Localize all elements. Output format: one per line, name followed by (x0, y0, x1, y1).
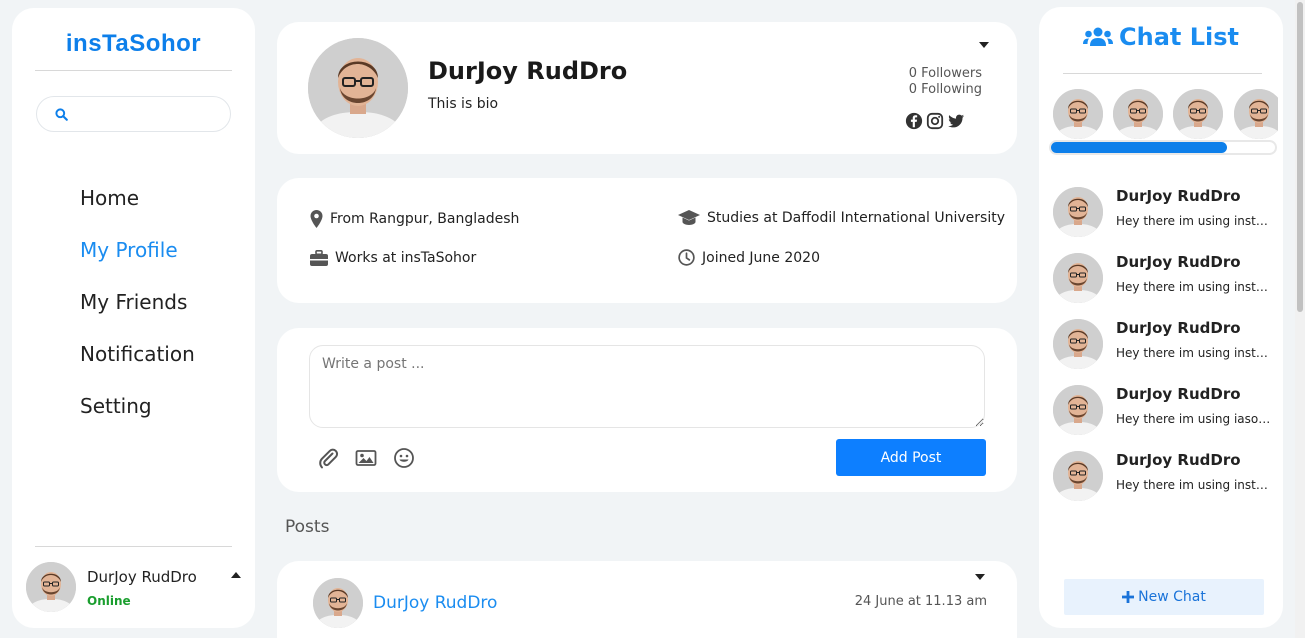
chat-item[interactable]: DurJoy RudDro Hey there im using instaso… (1053, 187, 1277, 243)
avatar (1053, 253, 1103, 303)
nav-item-home[interactable]: Home (80, 184, 195, 236)
post-menu-caret-icon[interactable] (975, 574, 985, 580)
story-avatar[interactable] (1234, 89, 1278, 139)
online-status: Online (87, 594, 131, 608)
post-timestamp: 24 June at 11.13 am (854, 594, 987, 609)
chat-name: DurJoy RudDro (1116, 253, 1241, 271)
chat-item[interactable]: DurJoy RudDro Hey there im using iasohor (1053, 385, 1277, 441)
chat-item[interactable]: DurJoy RudDro Hey there im using instaso… (1053, 451, 1277, 507)
twitter-icon[interactable] (947, 112, 965, 130)
followers-count[interactable]: 0 Followers (909, 66, 982, 82)
instagram-icon[interactable] (926, 112, 944, 130)
chat-sidebar: Chat List DurJoy RudDro Hey there im usi… (1039, 7, 1283, 628)
post-card: DurJoy RudDro 24 June at 11.13 am (277, 561, 1017, 638)
stories-scrollbar[interactable] (1049, 140, 1277, 155)
current-user-name: DurJoy RudDro (87, 568, 197, 586)
chat-message: Hey there im using instasohor (1116, 346, 1271, 360)
caret-up-icon[interactable] (231, 572, 241, 578)
facebook-icon[interactable] (905, 112, 923, 130)
chat-message: Hey there im using instasohor (1116, 280, 1271, 294)
chat-message: Hey there im using instasohor (1116, 214, 1271, 228)
avatar (1053, 319, 1103, 369)
image-icon[interactable] (355, 447, 377, 469)
info-studies: Studies at Daffodil International Univer… (678, 210, 1005, 226)
left-sidebar: insTaSohor Home My Profile My Friends No… (12, 8, 255, 628)
social-links (905, 112, 965, 130)
map-marker-icon (310, 210, 323, 228)
divider (35, 546, 232, 547)
info-from: From Rangpur, Bangladesh (310, 210, 519, 228)
chat-name: DurJoy RudDro (1116, 385, 1241, 403)
page-scrollbar[interactable] (1295, 0, 1305, 638)
nav-item-setting[interactable]: Setting (80, 392, 195, 444)
post-author-name[interactable]: DurJoy RudDro (373, 593, 497, 613)
graduation-cap-icon (678, 210, 700, 225)
avatar (26, 562, 76, 612)
nav-item-notification[interactable]: Notification (80, 340, 195, 392)
chat-list-title: Chat List (1039, 23, 1283, 51)
posts-heading: Posts (285, 517, 330, 537)
avatar (1053, 385, 1103, 435)
chat-name: DurJoy RudDro (1116, 451, 1241, 469)
active-users-strip (1053, 89, 1278, 141)
main-nav: Home My Profile My Friends Notification … (80, 184, 195, 444)
profile-header: DurJoy RudDro This is bio 0 Followers 0 … (277, 22, 1017, 154)
clock-icon (678, 249, 695, 266)
add-post-button[interactable]: Add Post (836, 439, 986, 476)
avatar (1053, 187, 1103, 237)
post-composer: Add Post (277, 328, 1017, 492)
divider (35, 70, 232, 71)
chat-item[interactable]: DurJoy RudDro Hey there im using instaso… (1053, 319, 1277, 375)
story-avatar[interactable] (1173, 89, 1223, 139)
search-icon (55, 108, 68, 121)
chat-message: Hey there im using iasohor (1116, 412, 1271, 426)
post-author-avatar[interactable] (313, 578, 363, 628)
chat-name: DurJoy RudDro (1116, 187, 1241, 205)
attachment-icon[interactable] (317, 447, 339, 469)
profile-info-card: From Rangpur, Bangladesh Studies at Daff… (277, 178, 1017, 303)
emoji-icon[interactable] (393, 447, 415, 469)
search-box[interactable] (36, 96, 231, 132)
info-joined: Joined June 2020 (678, 249, 820, 266)
scrollbar-thumb[interactable] (1051, 142, 1227, 153)
following-count[interactable]: 0 Following (909, 82, 982, 98)
info-works: Works at insTaSohor (310, 250, 476, 266)
chat-item[interactable]: DurJoy RudDro Hey there im using instaso… (1053, 253, 1277, 309)
post-textarea[interactable] (309, 345, 985, 428)
composer-tools (317, 447, 415, 469)
avatar (1053, 451, 1103, 501)
chat-name: DurJoy RudDro (1116, 319, 1241, 337)
follow-stats: 0 Followers 0 Following (909, 66, 982, 98)
story-avatar[interactable] (1053, 89, 1103, 139)
briefcase-icon (310, 250, 328, 266)
nav-item-my-friends[interactable]: My Friends (80, 288, 195, 340)
profile-bio: This is bio (428, 96, 499, 112)
profile-name: DurJoy RudDro (428, 57, 628, 85)
profile-avatar[interactable] (308, 38, 408, 138)
current-user-card[interactable]: DurJoy RudDro Online (26, 562, 241, 614)
dropdown-caret-icon[interactable] (979, 42, 989, 48)
scrollbar-thumb[interactable] (1297, 2, 1303, 312)
search-input[interactable] (79, 103, 219, 125)
divider (1063, 73, 1262, 74)
story-avatar[interactable] (1113, 89, 1163, 139)
nav-item-my-profile[interactable]: My Profile (80, 236, 195, 288)
chat-message: Hey there im using instasohor (1116, 478, 1271, 492)
users-icon (1083, 27, 1113, 46)
brand-logo[interactable]: insTaSohor (12, 30, 255, 58)
plus-icon (1122, 591, 1135, 603)
new-chat-button[interactable]: New Chat (1064, 579, 1264, 615)
